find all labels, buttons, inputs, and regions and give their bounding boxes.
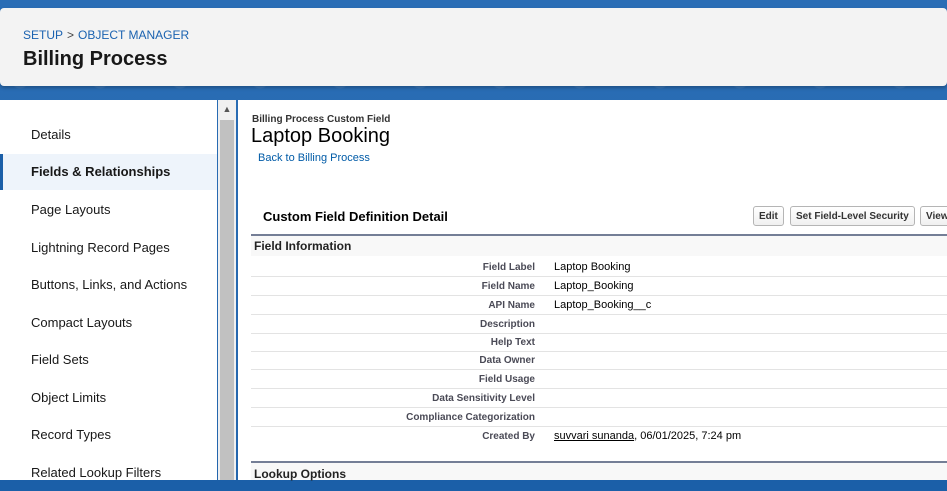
sidebar-item-lightning-record-pages[interactable]: Lightning Record Pages xyxy=(0,230,217,266)
table-row: Data Sensitivity Level xyxy=(251,389,947,408)
scroll-up-arrow-icon[interactable]: ▲ xyxy=(218,100,236,116)
sidebar-item-record-types[interactable]: Record Types xyxy=(0,417,217,453)
table-row: Field Usage xyxy=(251,370,947,389)
main-content: Billing Process Custom Field Laptop Book… xyxy=(238,100,947,481)
row-label: Created By xyxy=(482,431,535,442)
row-label: Help Text xyxy=(490,337,535,348)
section-field-information: Field Information xyxy=(251,236,947,256)
sidebar-item-object-limits[interactable]: Object Limits xyxy=(0,380,217,416)
table-row: Created By suvvari sunanda, 06/01/2025, … xyxy=(251,427,947,446)
page-header: SETUP > OBJECT MANAGER Billing Process xyxy=(0,8,947,86)
sidebar: Details Fields & Relationships Page Layo… xyxy=(0,100,217,480)
view-button[interactable]: View xyxy=(920,206,947,226)
row-label: Field Usage xyxy=(478,374,535,385)
row-label: Data Owner xyxy=(479,355,535,366)
table-row: Compliance Categorization xyxy=(251,408,947,427)
table-row: API Name Laptop_Booking__c xyxy=(251,296,947,315)
sidebar-item-buttons-links-actions[interactable]: Buttons, Links, and Actions xyxy=(0,267,217,303)
row-value: suvvari sunanda, 06/01/2025, 7:24 pm xyxy=(554,430,741,442)
detail-title: Custom Field Definition Detail xyxy=(263,209,448,224)
created-by-user-link[interactable]: suvvari sunanda xyxy=(554,430,634,442)
sidebar-item-field-sets[interactable]: Field Sets xyxy=(0,342,217,378)
table-row: Help Text xyxy=(251,333,947,352)
breadcrumb-object-manager[interactable]: OBJECT MANAGER xyxy=(78,28,189,42)
breadcrumb: SETUP > OBJECT MANAGER xyxy=(23,28,189,42)
set-field-level-security-button[interactable]: Set Field-Level Security xyxy=(790,206,915,226)
table-row: Description xyxy=(251,315,947,334)
row-label: Field Name xyxy=(481,281,535,292)
created-by-date: , 06/01/2025, 7:24 pm xyxy=(634,430,742,442)
row-value: Laptop_Booking xyxy=(554,280,634,292)
sidebar-item-page-layouts[interactable]: Page Layouts xyxy=(0,192,217,228)
page-title: Billing Process xyxy=(23,48,168,70)
sidebar-item-related-lookup-filters[interactable]: Related Lookup Filters xyxy=(0,455,217,491)
sidebar-item-compact-layouts[interactable]: Compact Layouts xyxy=(0,305,217,341)
table-row: Field Name Laptop_Booking xyxy=(251,277,947,296)
sidebar-item-details[interactable]: Details xyxy=(0,117,217,153)
row-label: Data Sensitivity Level xyxy=(432,393,535,404)
row-label: Field Label xyxy=(482,262,535,273)
detail-header: Custom Field Definition Detail Edit Set … xyxy=(251,204,947,236)
sidebar-item-fields-relationships[interactable]: Fields & Relationships xyxy=(0,154,217,190)
scrollbar[interactable]: ▲ xyxy=(218,100,236,480)
row-value: Laptop_Booking__c xyxy=(554,299,652,311)
field-title: Laptop Booking xyxy=(251,125,391,147)
edit-button[interactable]: Edit xyxy=(753,206,784,226)
scroll-thumb[interactable] xyxy=(220,120,234,480)
row-label: Compliance Categorization xyxy=(406,412,535,423)
object-label: Billing Process Custom Field xyxy=(252,114,391,125)
table-row: Data Owner xyxy=(251,351,947,370)
row-label: Description xyxy=(479,319,535,330)
back-link[interactable]: Back to Billing Process xyxy=(258,152,370,164)
row-label: API Name xyxy=(488,300,535,311)
breadcrumb-setup[interactable]: SETUP xyxy=(23,28,63,42)
table-row: Field Label Laptop Booking xyxy=(251,258,947,277)
breadcrumb-separator: > xyxy=(67,28,75,42)
section-lookup-options: Lookup Options xyxy=(251,461,947,481)
row-value: Laptop Booking xyxy=(554,261,631,273)
